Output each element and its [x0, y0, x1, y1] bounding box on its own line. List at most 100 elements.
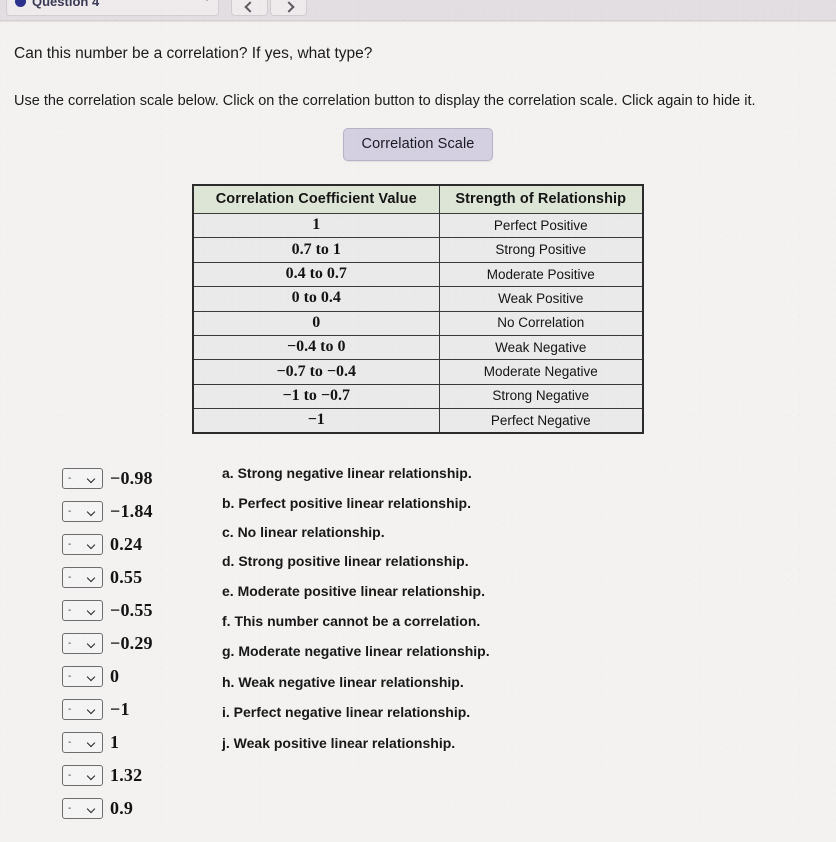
answer-select-1[interactable]: -: [62, 501, 103, 523]
table-cell-strength: Moderate Negative: [438, 359, 644, 385]
table-row: 0.7 to 1 Strong Positive: [192, 237, 644, 263]
answer-select-7[interactable]: -: [62, 699, 103, 721]
coefficient-value: −0.98: [110, 468, 153, 489]
option-c: c. No linear relationship.: [222, 524, 385, 541]
table-cell-strength: Weak Negative: [438, 334, 644, 361]
answer-select-value: -: [68, 505, 72, 517]
answer-select-value: -: [68, 637, 72, 649]
answer-select-value: -: [68, 802, 72, 814]
answer-row: - 1.32: [62, 759, 212, 792]
table-cell-value: 0: [192, 310, 440, 336]
coefficient-value: −1.84: [110, 501, 153, 522]
answer-row: - −1: [62, 693, 212, 726]
table-row: −1 to −0.7 Strong Negative: [192, 383, 644, 410]
table-header-strength: Strength of Relationship: [438, 184, 644, 215]
table-header-row: Correlation Coefficient Value Strength o…: [192, 184, 644, 215]
answer-select-value: -: [68, 571, 72, 583]
option-a: a. Strong negative linear relationship.: [222, 465, 472, 482]
chevron-down-icon: [86, 771, 96, 781]
table-row: −1 Perfect Negative: [192, 408, 644, 434]
answer-select-4[interactable]: -: [62, 600, 103, 622]
table-row: 0 No Correlation: [192, 310, 644, 336]
chevron-down-icon: [86, 672, 96, 682]
correlation-scale-table-wrapper: Correlation Coefficient Value Strength o…: [192, 184, 644, 435]
coefficient-value: 0: [110, 666, 120, 687]
option-j: j. Weak positive linear relationship.: [222, 734, 456, 751]
answer-select-value: -: [68, 604, 72, 616]
table-cell-value: 1: [192, 213, 440, 239]
question-label: Question 4: [32, 0, 100, 9]
chevron-down-icon: [86, 507, 96, 517]
table-cell-value: −0.4 to 0: [192, 334, 440, 361]
table-cell-strength: Weak Positive: [438, 286, 644, 312]
table-row: −0.7 to −0.4 Moderate Negative: [192, 359, 644, 385]
table-cell-strength: Perfect Negative: [438, 408, 644, 434]
answer-row: - −0.29: [62, 627, 212, 660]
table-cell-strength: No Correlation: [438, 310, 644, 336]
chevron-down-icon: [86, 804, 96, 814]
table-cell-value: 0.7 to 1: [192, 237, 440, 263]
table-body: 1 Perfect Positive 0.7 to 1 Strong Positive…: [192, 213, 644, 434]
answer-select-5[interactable]: -: [62, 633, 103, 655]
answer-row: -1: [62, 726, 212, 759]
option-d: d. Strong positive linear relationship.: [222, 553, 469, 570]
coefficient-value: 1.32: [110, 765, 143, 786]
question-prompt: Can this number be a correlation? If yes…: [14, 45, 373, 62]
question-selector[interactable]: Question 4: [6, 0, 219, 16]
answer-row: -0: [62, 660, 212, 693]
chevron-right-icon: [282, 1, 295, 13]
dropdown-column: - −0.98- −1.84-0.24-0.55- −0.55- −0.29-0- −1-…: [62, 462, 212, 825]
option-f: f. This number cannot be a correlation.: [222, 613, 481, 630]
table-row: 0.4 to 0.7 Moderate Positive: [192, 261, 644, 288]
coefficient-value: −0.55: [110, 600, 153, 621]
table-cell-value: −0.7 to −0.4: [192, 359, 440, 385]
answer-select-6[interactable]: -: [62, 666, 103, 688]
option-g: g. Moderate negative linear relationship…: [222, 643, 490, 660]
chevron-down-icon: [86, 573, 96, 583]
table-row: 1 Perfect Positive: [192, 213, 644, 239]
table-cell-value: −1 to −0.7: [192, 383, 440, 410]
answer-select-value: -: [68, 538, 72, 550]
coefficient-value: 0.24: [110, 534, 143, 555]
answer-area: - −0.98- −1.84-0.24-0.55- −0.55- −0.29-0- −1-…: [0, 462, 836, 842]
coefficient-value: 0.55: [110, 567, 143, 588]
coefficient-value: −0.29: [110, 633, 153, 654]
answer-select-9[interactable]: -: [62, 765, 103, 787]
answer-select-0[interactable]: -: [62, 468, 103, 490]
answer-select-value: -: [68, 736, 72, 748]
answer-select-10[interactable]: -: [62, 798, 103, 820]
correlation-scale-button[interactable]: Correlation Scale: [343, 128, 493, 162]
table-cell-value: −1: [192, 408, 440, 434]
answer-select-8[interactable]: -: [62, 732, 103, 754]
answer-row: - −1.84: [62, 495, 212, 528]
chevron-down-icon: [86, 738, 96, 748]
chevron-down-icon: [86, 606, 96, 616]
next-question-button[interactable]: [270, 0, 307, 16]
coefficient-value: 0.9: [110, 798, 134, 819]
answer-row: - −0.55: [62, 594, 212, 627]
previous-question-button[interactable]: [231, 0, 268, 16]
answer-select-value: -: [68, 769, 72, 781]
coefficient-value: −1: [110, 699, 130, 720]
option-b: b. Perfect positive linear relationship.: [222, 494, 471, 511]
answer-row: - 0.55: [62, 561, 212, 594]
answer-row: - 0.24: [62, 528, 212, 561]
question-instructions: Use the correlation scale below. Click o…: [14, 93, 756, 110]
option-e: e. Moderate positive linear relationship…: [222, 582, 485, 599]
answer-row: - 0.9: [62, 792, 212, 825]
question-status-dot: [15, 0, 26, 7]
coefficient-value: 1: [110, 732, 120, 753]
table-row: 0 to 0.4 Weak Positive: [192, 286, 644, 312]
caret-down-icon[interactable]: [203, 0, 211, 1]
correlation-scale-table: Correlation Coefficient Value Strength o…: [192, 184, 644, 435]
chevron-down-icon: [86, 639, 96, 649]
answer-select-value: -: [68, 703, 72, 715]
chevron-down-icon: [86, 705, 96, 715]
answer-select-3[interactable]: -: [62, 567, 103, 589]
table-cell-value: 0.4 to 0.7: [192, 261, 440, 288]
table-cell-strength: Moderate Positive: [438, 261, 644, 288]
answer-select-2[interactable]: -: [62, 534, 103, 556]
scale-button-row: Correlation Scale: [0, 128, 836, 162]
chevron-left-icon: [243, 1, 256, 13]
answer-select-value: -: [68, 472, 72, 484]
